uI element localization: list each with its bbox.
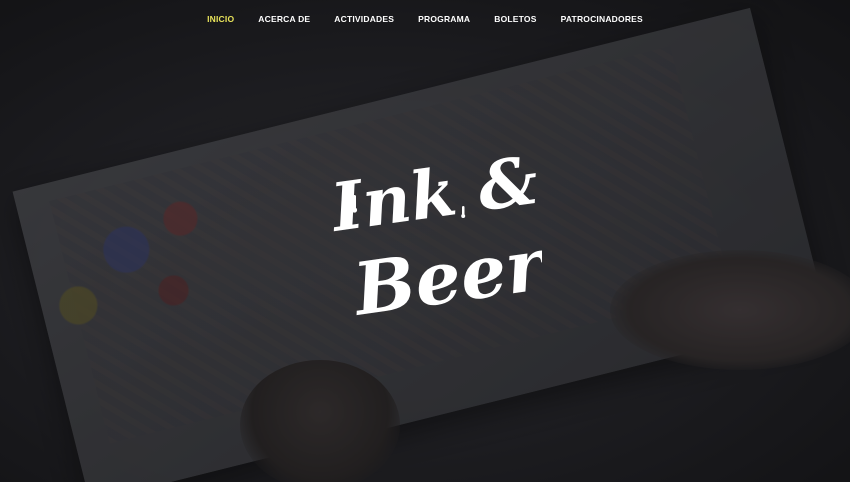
nav-item-actividades[interactable]: ACTIVIDADES [334, 14, 394, 24]
nav-item-boletos[interactable]: BOLETOS [494, 14, 536, 24]
hero-section: INICIO ACERCA DE ACTIVIDADES PROGRAMA BO… [0, 0, 850, 482]
main-nav: INICIO ACERCA DE ACTIVIDADES PROGRAMA BO… [0, 14, 850, 24]
nav-item-inicio[interactable]: INICIO [207, 14, 234, 24]
nav-item-programa[interactable]: PROGRAMA [418, 14, 470, 24]
nav-item-acerca-de[interactable]: ACERCA DE [258, 14, 310, 24]
ink-and-beer-logo: Ink & Beer [325, 141, 542, 332]
nav-item-patrocinadores[interactable]: PATROCINADORES [561, 14, 643, 24]
